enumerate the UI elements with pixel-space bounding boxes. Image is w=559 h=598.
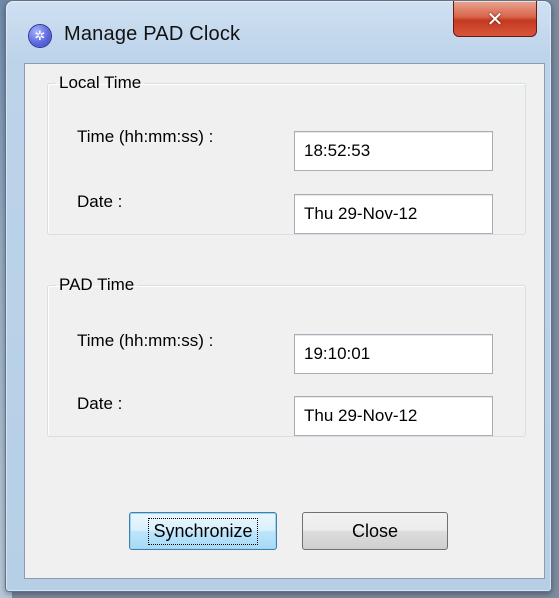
dialog-client-area: Local Time Time (hh:mm:ss) : Date : PAD … (24, 63, 545, 579)
close-button[interactable]: Close (302, 512, 448, 550)
local-date-field[interactable] (294, 194, 493, 234)
pad-time-field[interactable] (294, 334, 493, 374)
local-time-group: Local Time Time (hh:mm:ss) : Date : (47, 73, 526, 235)
pad-date-field[interactable] (294, 396, 493, 436)
pad-date-label: Date : (77, 394, 123, 413)
pad-time-label: Time (hh:mm:ss) : (77, 331, 214, 350)
synchronize-button[interactable]: Synchronize (129, 512, 277, 550)
local-time-legend: Local Time (59, 73, 142, 92)
local-time-field[interactable] (294, 131, 493, 171)
close-label: Close (351, 520, 399, 541)
local-date-label: Date : (77, 192, 123, 211)
gear-icon: ✲ (29, 25, 51, 47)
close-icon: ✕ (486, 6, 504, 31)
dialog-window: ✲ Manage PAD Clock ✕ Local Time Time (hh… (5, 0, 552, 592)
local-time-label: Time (hh:mm:ss) : (77, 127, 214, 146)
window-title: Manage PAD Clock (64, 23, 241, 45)
synchronize-label: Synchronize (148, 517, 258, 545)
pad-time-legend: PAD Time (59, 275, 135, 294)
pad-time-group: PAD Time Time (hh:mm:ss) : Date : (47, 275, 526, 437)
window-close-button[interactable]: ✕ (453, 1, 537, 37)
